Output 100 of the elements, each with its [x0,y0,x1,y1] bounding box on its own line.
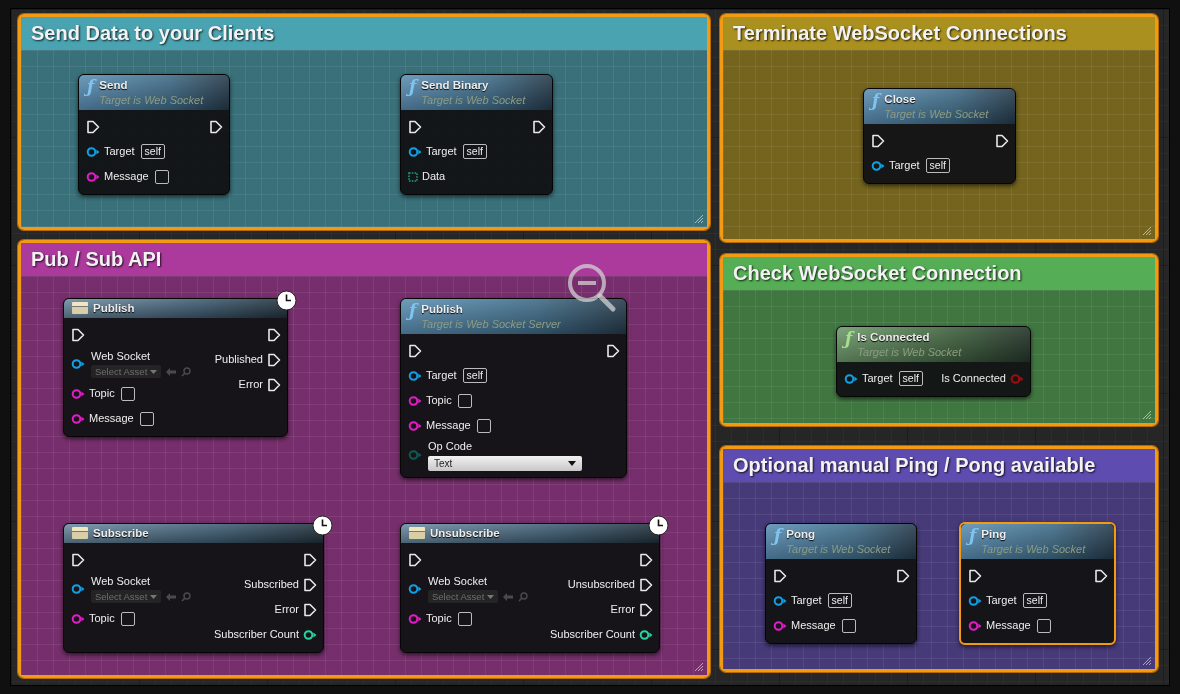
pin-label: Message [986,619,1031,632]
exec-pin-icon[interactable] [267,377,281,392]
exec-pin-icon[interactable] [408,552,422,567]
data-pin-icon[interactable] [71,412,85,425]
data-pin-icon[interactable] [968,619,982,632]
node-subtitle: Target is Web Socket [421,93,526,107]
caret-icon [150,369,158,374]
exec-pin-icon[interactable] [639,552,653,567]
data-pin-icon[interactable] [871,159,885,172]
pin-label: Error [610,603,635,616]
pin-label: Subscriber Count [214,628,299,641]
pin-label: Message [89,412,134,425]
default-value-field[interactable]: self [925,158,950,173]
resize-grip-icon[interactable] [694,662,704,672]
exec-pin-icon[interactable] [896,568,910,583]
data-pin-icon[interactable] [71,358,85,370]
data-pin-icon[interactable] [968,594,982,607]
exec-pin-icon[interactable] [303,602,317,617]
data-pin-icon[interactable] [773,594,787,607]
exec-pin-icon[interactable] [303,577,317,592]
node-subtitle: Target is Web Socket Server [421,317,561,331]
pin-label: Op Code [428,439,474,453]
data-pin-icon[interactable] [773,619,787,632]
resize-grip-icon[interactable] [1142,656,1152,666]
default-value-field[interactable]: self [1022,593,1047,608]
default-value-field[interactable]: self [462,144,487,159]
pin-label: Message [426,419,471,432]
text-field[interactable] [120,611,135,626]
text-field[interactable] [154,169,169,184]
pin-label: Target [986,594,1017,607]
text-field[interactable] [841,618,856,633]
resize-grip-icon[interactable] [1142,226,1152,236]
data-pin-icon[interactable] [71,583,85,595]
text-field[interactable] [476,418,491,433]
data-pin-icon[interactable] [844,372,858,385]
exec-pin-icon[interactable] [209,119,223,134]
data-pin-icon[interactable] [408,419,422,432]
exec-pin-icon[interactable] [1094,568,1108,583]
comment-header: Optional manual Ping / Pong available [723,449,1155,482]
exec-pin-icon[interactable] [408,343,422,358]
pin-label: Topic [89,387,115,400]
data-pin-icon[interactable] [71,387,85,400]
pin-label: Published [214,353,263,366]
zoom-out-icon [565,261,617,313]
exec-pin-icon[interactable] [773,568,787,583]
text-field[interactable] [1036,618,1051,633]
node-title: Is Connected [857,330,931,345]
node-title: Subscribe [93,526,149,541]
exec-pin-icon[interactable] [639,602,653,617]
text-field[interactable] [120,386,135,401]
data-pin-icon[interactable] [408,145,422,158]
enum-dropdown[interactable]: Text [428,455,582,471]
exec-pin-icon[interactable] [71,552,85,567]
data-pin-icon[interactable] [408,612,422,625]
macro-icon [409,527,425,539]
pin-label: Error [238,378,263,391]
text-field[interactable] [457,393,472,408]
exec-pin-icon[interactable] [267,352,281,367]
node-title: Unsubscribe [430,526,500,541]
comment-header: Terminate WebSocket Connections [723,17,1155,50]
text-field[interactable] [457,611,472,626]
comment-header: Check WebSocket Connection [723,257,1155,290]
pin-label: Is Connected [941,372,1006,385]
default-value-field[interactable]: self [898,371,923,386]
resize-grip-icon[interactable] [694,214,704,224]
data-pin-icon[interactable] [639,628,653,641]
exec-pin-icon[interactable] [532,119,546,134]
exec-pin-icon[interactable] [303,552,317,567]
text-field[interactable] [139,411,154,426]
pin-label: Target [862,372,893,385]
comment-header: Send Data to your Clients [21,17,707,50]
macro-icon [72,302,88,314]
exec-pin-icon[interactable] [408,119,422,134]
data-pin-icon[interactable] [408,369,422,382]
exec-pin-icon[interactable] [86,119,100,134]
default-value-field[interactable]: self [827,593,852,608]
data-pin-icon[interactable] [408,583,422,595]
exec-pin-icon[interactable] [71,327,85,342]
default-value-field[interactable]: self [462,368,487,383]
data-pin-icon[interactable] [86,170,100,183]
exec-pin-icon[interactable] [267,327,281,342]
data-pin-icon[interactable] [303,628,317,641]
exec-pin-icon[interactable] [606,343,620,358]
data-pin-icon[interactable] [86,145,100,158]
pin-label: Unsubscribed [567,578,635,591]
exec-pin-icon[interactable] [995,133,1009,148]
data-pin-icon[interactable] [408,394,422,407]
pin-label: Message [791,619,836,632]
caret-icon [487,594,495,599]
data-pin-icon[interactable] [71,612,85,625]
exec-pin-icon[interactable] [871,133,885,148]
pin-label: Subscribed [243,578,299,591]
array-pin-icon[interactable] [408,171,418,182]
pin-label: Topic [89,612,115,625]
default-value-field[interactable]: self [140,144,165,159]
pin-label: Target [426,369,457,382]
resize-grip-icon[interactable] [1142,410,1152,420]
exec-pin-icon[interactable] [639,577,653,592]
node-title: Pong [786,527,817,542]
exec-pin-icon[interactable] [968,568,982,583]
